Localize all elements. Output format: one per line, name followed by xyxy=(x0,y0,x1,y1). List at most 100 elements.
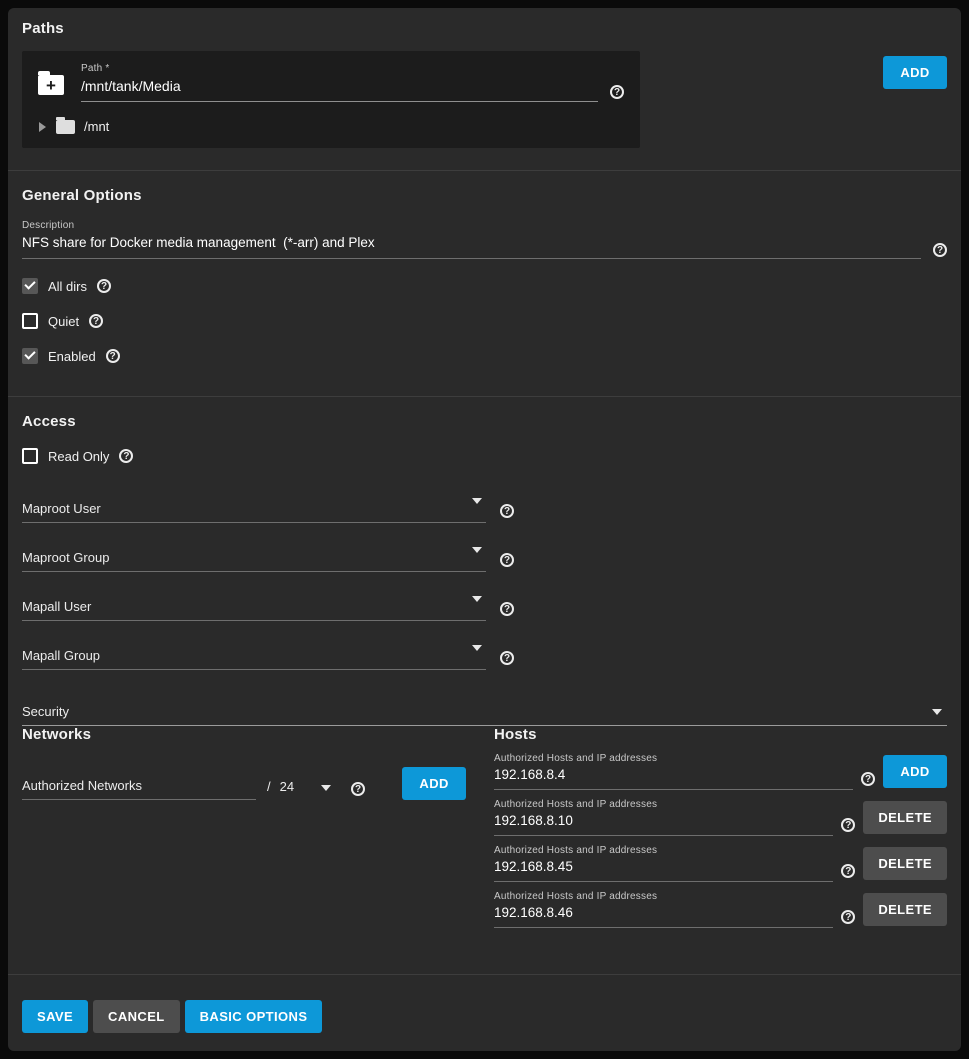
help-icon[interactable] xyxy=(106,349,120,363)
networks-hosts-section: Networks Authorized Networks / 24 ADD Ho… xyxy=(8,713,961,975)
description-label: Description xyxy=(22,220,921,231)
help-icon[interactable] xyxy=(861,772,875,786)
help-icon[interactable] xyxy=(500,504,514,518)
enabled-checkbox[interactable] xyxy=(22,348,38,364)
paths-add-button[interactable]: ADD xyxy=(883,56,947,89)
folder-icon xyxy=(56,120,75,134)
netmask-select[interactable]: 24 xyxy=(280,779,294,794)
help-icon[interactable] xyxy=(841,818,855,832)
mapall-user-row: Mapall User xyxy=(22,591,947,621)
security-label: Security xyxy=(22,704,69,725)
host-delete-button[interactable]: DELETE xyxy=(863,847,947,880)
readonly-label: Read Only xyxy=(48,449,109,464)
security-select[interactable]: Security xyxy=(22,690,947,726)
hosts-title: Hosts xyxy=(494,726,947,743)
maproot-group-select[interactable]: Maproot Group xyxy=(22,542,486,572)
maproot-group-row: Maproot Group xyxy=(22,542,947,572)
access-section-title: Access xyxy=(22,413,947,430)
host-field-label: Authorized Hosts and IP addresses xyxy=(494,891,833,902)
help-icon[interactable] xyxy=(500,651,514,665)
enabled-label: Enabled xyxy=(48,349,96,364)
path-picker-panel: Path * /mnt/tank/Media /mnt xyxy=(22,51,640,148)
help-icon[interactable] xyxy=(500,602,514,616)
form-actions: SAVE CANCEL BASIC OPTIONS xyxy=(8,975,961,1051)
general-options-title: General Options xyxy=(22,187,947,204)
chevron-down-icon[interactable] xyxy=(321,785,331,791)
access-section: Access Read Only Maproot User Maproot Gr… xyxy=(8,397,961,713)
tree-node-label: /mnt xyxy=(84,119,109,134)
host-field-value[interactable]: 192.168.8.4 xyxy=(494,767,853,790)
path-field-value[interactable]: /mnt/tank/Media xyxy=(81,78,598,102)
screen: Paths Path * /mnt/tank/Media /mnt xyxy=(0,0,969,1059)
path-input[interactable]: Path * /mnt/tank/Media xyxy=(81,63,598,102)
chevron-down-icon[interactable] xyxy=(932,709,942,715)
alldirs-checkbox[interactable] xyxy=(22,278,38,294)
help-icon[interactable] xyxy=(97,279,111,293)
paths-section: Paths Path * /mnt/tank/Media /mnt xyxy=(8,8,961,171)
mapall-user-label: Mapall User xyxy=(22,599,91,620)
mapall-group-label: Mapall Group xyxy=(22,648,100,669)
mapall-group-select[interactable]: Mapall Group xyxy=(22,640,486,670)
help-icon[interactable] xyxy=(119,449,133,463)
networks-title: Networks xyxy=(22,726,494,743)
help-icon[interactable] xyxy=(933,243,947,257)
help-icon[interactable] xyxy=(89,314,103,328)
alldirs-checkbox-row: All dirs xyxy=(22,278,947,294)
mapall-user-select[interactable]: Mapall User xyxy=(22,591,486,621)
cancel-button[interactable]: CANCEL xyxy=(93,1000,180,1033)
host-field-value[interactable]: 192.168.8.45 xyxy=(494,859,833,882)
netmask-separator: / xyxy=(267,779,271,794)
help-icon[interactable] xyxy=(500,553,514,567)
networks-column: Networks Authorized Networks / 24 ADD xyxy=(22,726,494,974)
host-input[interactable]: Authorized Hosts and IP addresses 192.16… xyxy=(494,799,833,836)
chevron-down-icon[interactable] xyxy=(472,596,482,602)
host-field-value[interactable]: 192.168.8.10 xyxy=(494,813,833,836)
basic-options-button[interactable]: BASIC OPTIONS xyxy=(185,1000,323,1033)
help-icon[interactable] xyxy=(841,864,855,878)
help-icon[interactable] xyxy=(610,85,624,99)
help-icon[interactable] xyxy=(841,910,855,924)
host-field-label: Authorized Hosts and IP addresses xyxy=(494,799,833,810)
quiet-checkbox[interactable] xyxy=(22,313,38,329)
alldirs-label: All dirs xyxy=(48,279,87,294)
host-field-value[interactable]: 192.168.8.46 xyxy=(494,905,833,928)
host-delete-button[interactable]: DELETE xyxy=(863,801,947,834)
host-row: Authorized Hosts and IP addresses 192.16… xyxy=(494,799,947,836)
host-field-label: Authorized Hosts and IP addresses xyxy=(494,753,853,764)
maproot-user-select[interactable]: Maproot User xyxy=(22,493,486,523)
chevron-down-icon[interactable] xyxy=(472,498,482,504)
quiet-checkbox-row: Quiet xyxy=(22,313,947,329)
help-icon[interactable] xyxy=(351,782,365,796)
host-row: Authorized Hosts and IP addresses 192.16… xyxy=(494,845,947,882)
networks-add-button[interactable]: ADD xyxy=(402,767,466,800)
hosts-column: Hosts Authorized Hosts and IP addresses … xyxy=(494,726,947,974)
save-button[interactable]: SAVE xyxy=(22,1000,88,1033)
path-field-label: Path * xyxy=(81,63,598,74)
tree-expand-icon[interactable] xyxy=(39,122,46,132)
host-input[interactable]: Authorized Hosts and IP addresses 192.16… xyxy=(494,845,833,882)
chevron-down-icon[interactable] xyxy=(472,547,482,553)
quiet-label: Quiet xyxy=(48,314,79,329)
host-input[interactable]: Authorized Hosts and IP addresses 192.16… xyxy=(494,891,833,928)
authorized-networks-label: Authorized Networks xyxy=(22,778,256,799)
folder-add-icon[interactable] xyxy=(38,75,64,95)
description-input[interactable]: Description NFS share for Docker media m… xyxy=(22,220,921,259)
authorized-networks-row: Authorized Networks / 24 ADD xyxy=(22,767,494,800)
host-input[interactable]: Authorized Hosts and IP addresses 192.16… xyxy=(494,753,853,790)
authorized-networks-input[interactable]: Authorized Networks xyxy=(22,778,256,800)
hosts-add-button[interactable]: ADD xyxy=(883,755,947,788)
host-field-label: Authorized Hosts and IP addresses xyxy=(494,845,833,856)
chevron-down-icon[interactable] xyxy=(472,645,482,651)
readonly-checkbox[interactable] xyxy=(22,448,38,464)
nfs-share-form-card: Paths Path * /mnt/tank/Media /mnt xyxy=(8,8,961,1051)
description-value[interactable]: NFS share for Docker media management (*… xyxy=(22,235,921,259)
paths-section-title: Paths xyxy=(22,20,947,37)
host-delete-button[interactable]: DELETE xyxy=(863,893,947,926)
enabled-checkbox-row: Enabled xyxy=(22,348,947,364)
host-row: Authorized Hosts and IP addresses 192.16… xyxy=(494,753,947,790)
general-options-section: General Options Description NFS share fo… xyxy=(8,171,961,397)
tree-node-mnt[interactable]: /mnt xyxy=(38,119,624,134)
maproot-group-label: Maproot Group xyxy=(22,550,109,571)
mapall-group-row: Mapall Group xyxy=(22,640,947,670)
maproot-user-row: Maproot User xyxy=(22,493,947,523)
